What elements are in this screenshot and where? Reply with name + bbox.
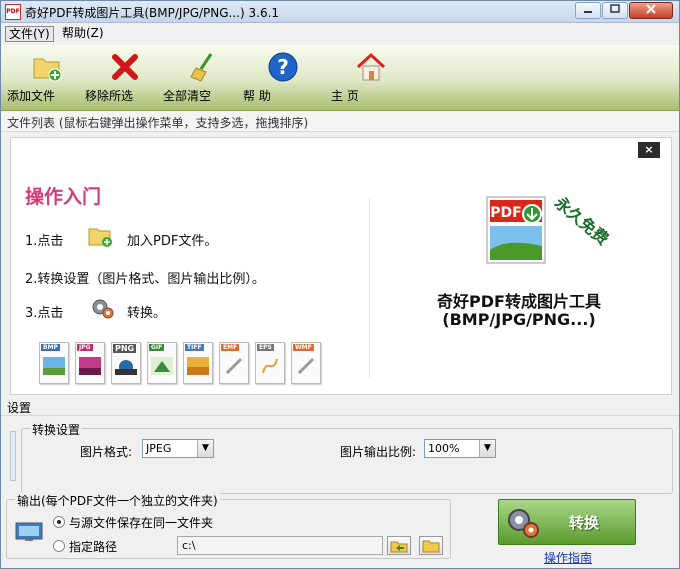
output-ratio-select[interactable]: 100% ▼ xyxy=(424,439,496,458)
toolbar: 添加文件 移除所选 全部清空 ? 帮 助 主 页 xyxy=(1,45,679,111)
help-icon: ? xyxy=(267,51,299,83)
step-3-text: 转换。 xyxy=(127,306,167,321)
clear-all-button[interactable]: 全部清空 xyxy=(163,51,243,103)
emf-file-icon: EMF xyxy=(219,342,249,384)
window-controls xyxy=(574,2,673,19)
custom-path-label[interactable]: 指定路径 xyxy=(69,538,117,555)
help-label: 帮 助 xyxy=(243,89,271,103)
remove-selected-button[interactable]: 移除所选 xyxy=(85,51,165,103)
step-1-text: 加入PDF文件。 xyxy=(127,234,218,249)
home-icon xyxy=(355,51,387,83)
clear-all-label: 全部清空 xyxy=(163,89,212,103)
add-file-label: 添加文件 xyxy=(7,89,56,103)
app-formats: (BMP/JPG/PNG...) xyxy=(442,310,596,329)
format-icons-row: BMP JPG PNG GIF TIFF EMF EPS WMF xyxy=(39,342,327,384)
radio-same-folder[interactable] xyxy=(53,516,65,528)
chevron-down-icon: ▼ xyxy=(197,440,213,457)
maximize-button[interactable] xyxy=(602,2,628,19)
home-button[interactable]: 主 页 xyxy=(331,51,411,103)
settings-header: 设置 xyxy=(1,398,679,416)
gear-icon xyxy=(508,509,539,538)
output-group-title: 输出(每个PDF文件一个独立的文件夹) xyxy=(15,492,220,509)
remove-selected-label: 移除所选 xyxy=(85,89,134,103)
same-folder-label[interactable]: 与源文件保存在同一文件夹 xyxy=(69,514,213,531)
conversion-settings-title: 转换设置 xyxy=(30,421,83,438)
minimize-icon xyxy=(584,11,592,13)
folder-arrow-icon xyxy=(390,541,408,553)
wmf-file-icon: WMF xyxy=(291,342,321,384)
monitor-icon xyxy=(15,522,43,542)
broom-icon xyxy=(187,51,219,83)
maximize-icon xyxy=(610,4,620,13)
add-folder-icon xyxy=(31,51,63,83)
guide-title: 操作入门 xyxy=(25,186,102,208)
jpg-file-icon: JPG xyxy=(75,342,105,384)
app-name: 奇好PDF转成图片工具 xyxy=(437,292,601,311)
pdf-to-image-icon: PDF xyxy=(486,196,546,264)
tiff-file-icon: TIFF xyxy=(183,342,213,384)
minimize-button[interactable] xyxy=(575,2,601,19)
menu-file[interactable]: 文件(Y) xyxy=(5,26,54,42)
gear-icon xyxy=(89,296,115,320)
png-file-icon: PNG xyxy=(111,342,141,384)
folder-icon xyxy=(422,540,440,553)
window-title: 奇好PDF转成图片工具(BMP/JPG/PNG...) 3.6.1 xyxy=(25,6,280,20)
chevron-down-icon: ▼ xyxy=(479,440,495,457)
add-folder-icon xyxy=(87,224,113,248)
guide-panel[interactable]: × 操作入门 1.点击 加入PDF文件。 2.转换设置（图片格式、图片输出比例）… xyxy=(10,137,672,395)
conversion-settings-group: 转换设置 图片格式: JPEG ▼ 图片输出比例: 100% ▼ xyxy=(21,421,673,494)
operation-guide-link[interactable]: 操作指南 xyxy=(544,549,592,566)
add-file-button[interactable]: 添加文件 xyxy=(7,51,87,103)
close-guide-button[interactable]: × xyxy=(638,142,660,158)
red-x-icon xyxy=(109,51,141,83)
help-button[interactable]: ? 帮 助 xyxy=(243,51,323,103)
menu-help[interactable]: 帮助(Z) xyxy=(59,26,107,42)
open-folder-button[interactable] xyxy=(419,536,443,555)
close-icon xyxy=(646,4,656,14)
output-group: 输出(每个PDF文件一个独立的文件夹) 与源文件保存在同一文件夹 指定路径 c:… xyxy=(6,492,451,559)
bmp-file-icon: BMP xyxy=(39,342,69,384)
image-format-select[interactable]: JPEG ▼ xyxy=(142,439,214,458)
eps-file-icon: EPS xyxy=(255,342,285,384)
title-bar: PDF 奇好PDF转成图片工具(BMP/JPG/PNG...) 3.6.1 xyxy=(1,1,679,23)
app-pdf-icon: PDF xyxy=(5,4,21,20)
gif-file-icon: GIF xyxy=(147,342,177,384)
image-format-label: 图片格式: xyxy=(80,445,133,459)
menu-bar: 文件(Y) 帮助(Z) xyxy=(1,24,679,44)
app-window: PDF 奇好PDF转成图片工具(BMP/JPG/PNG...) 3.6.1 文件… xyxy=(0,0,680,569)
output-path-input[interactable]: c:\ xyxy=(177,536,383,555)
browse-path-button[interactable] xyxy=(387,536,411,555)
free-forever-stamp: 永久免费 xyxy=(551,193,613,249)
step-3-prefix: 3.点击 xyxy=(25,306,64,321)
convert-label: 转换 xyxy=(569,514,600,532)
convert-button[interactable]: 转换 xyxy=(498,499,636,545)
step-1-prefix: 1.点击 xyxy=(25,234,64,249)
file-list-header: 文件列表 (鼠标右键弹出操作菜单，支持多选，拖拽排序) xyxy=(1,112,679,132)
svg-text:PDF: PDF xyxy=(490,205,521,221)
radio-custom-path[interactable] xyxy=(53,540,65,552)
close-window-button[interactable] xyxy=(629,2,673,19)
svg-text:?: ? xyxy=(277,55,289,79)
home-label: 主 页 xyxy=(331,89,359,103)
output-ratio-label: 图片输出比例: xyxy=(340,445,417,459)
panel-splitter-handle[interactable] xyxy=(10,431,16,481)
step-2-text: 2.转换设置（图片格式、图片输出比例）。 xyxy=(25,272,265,287)
